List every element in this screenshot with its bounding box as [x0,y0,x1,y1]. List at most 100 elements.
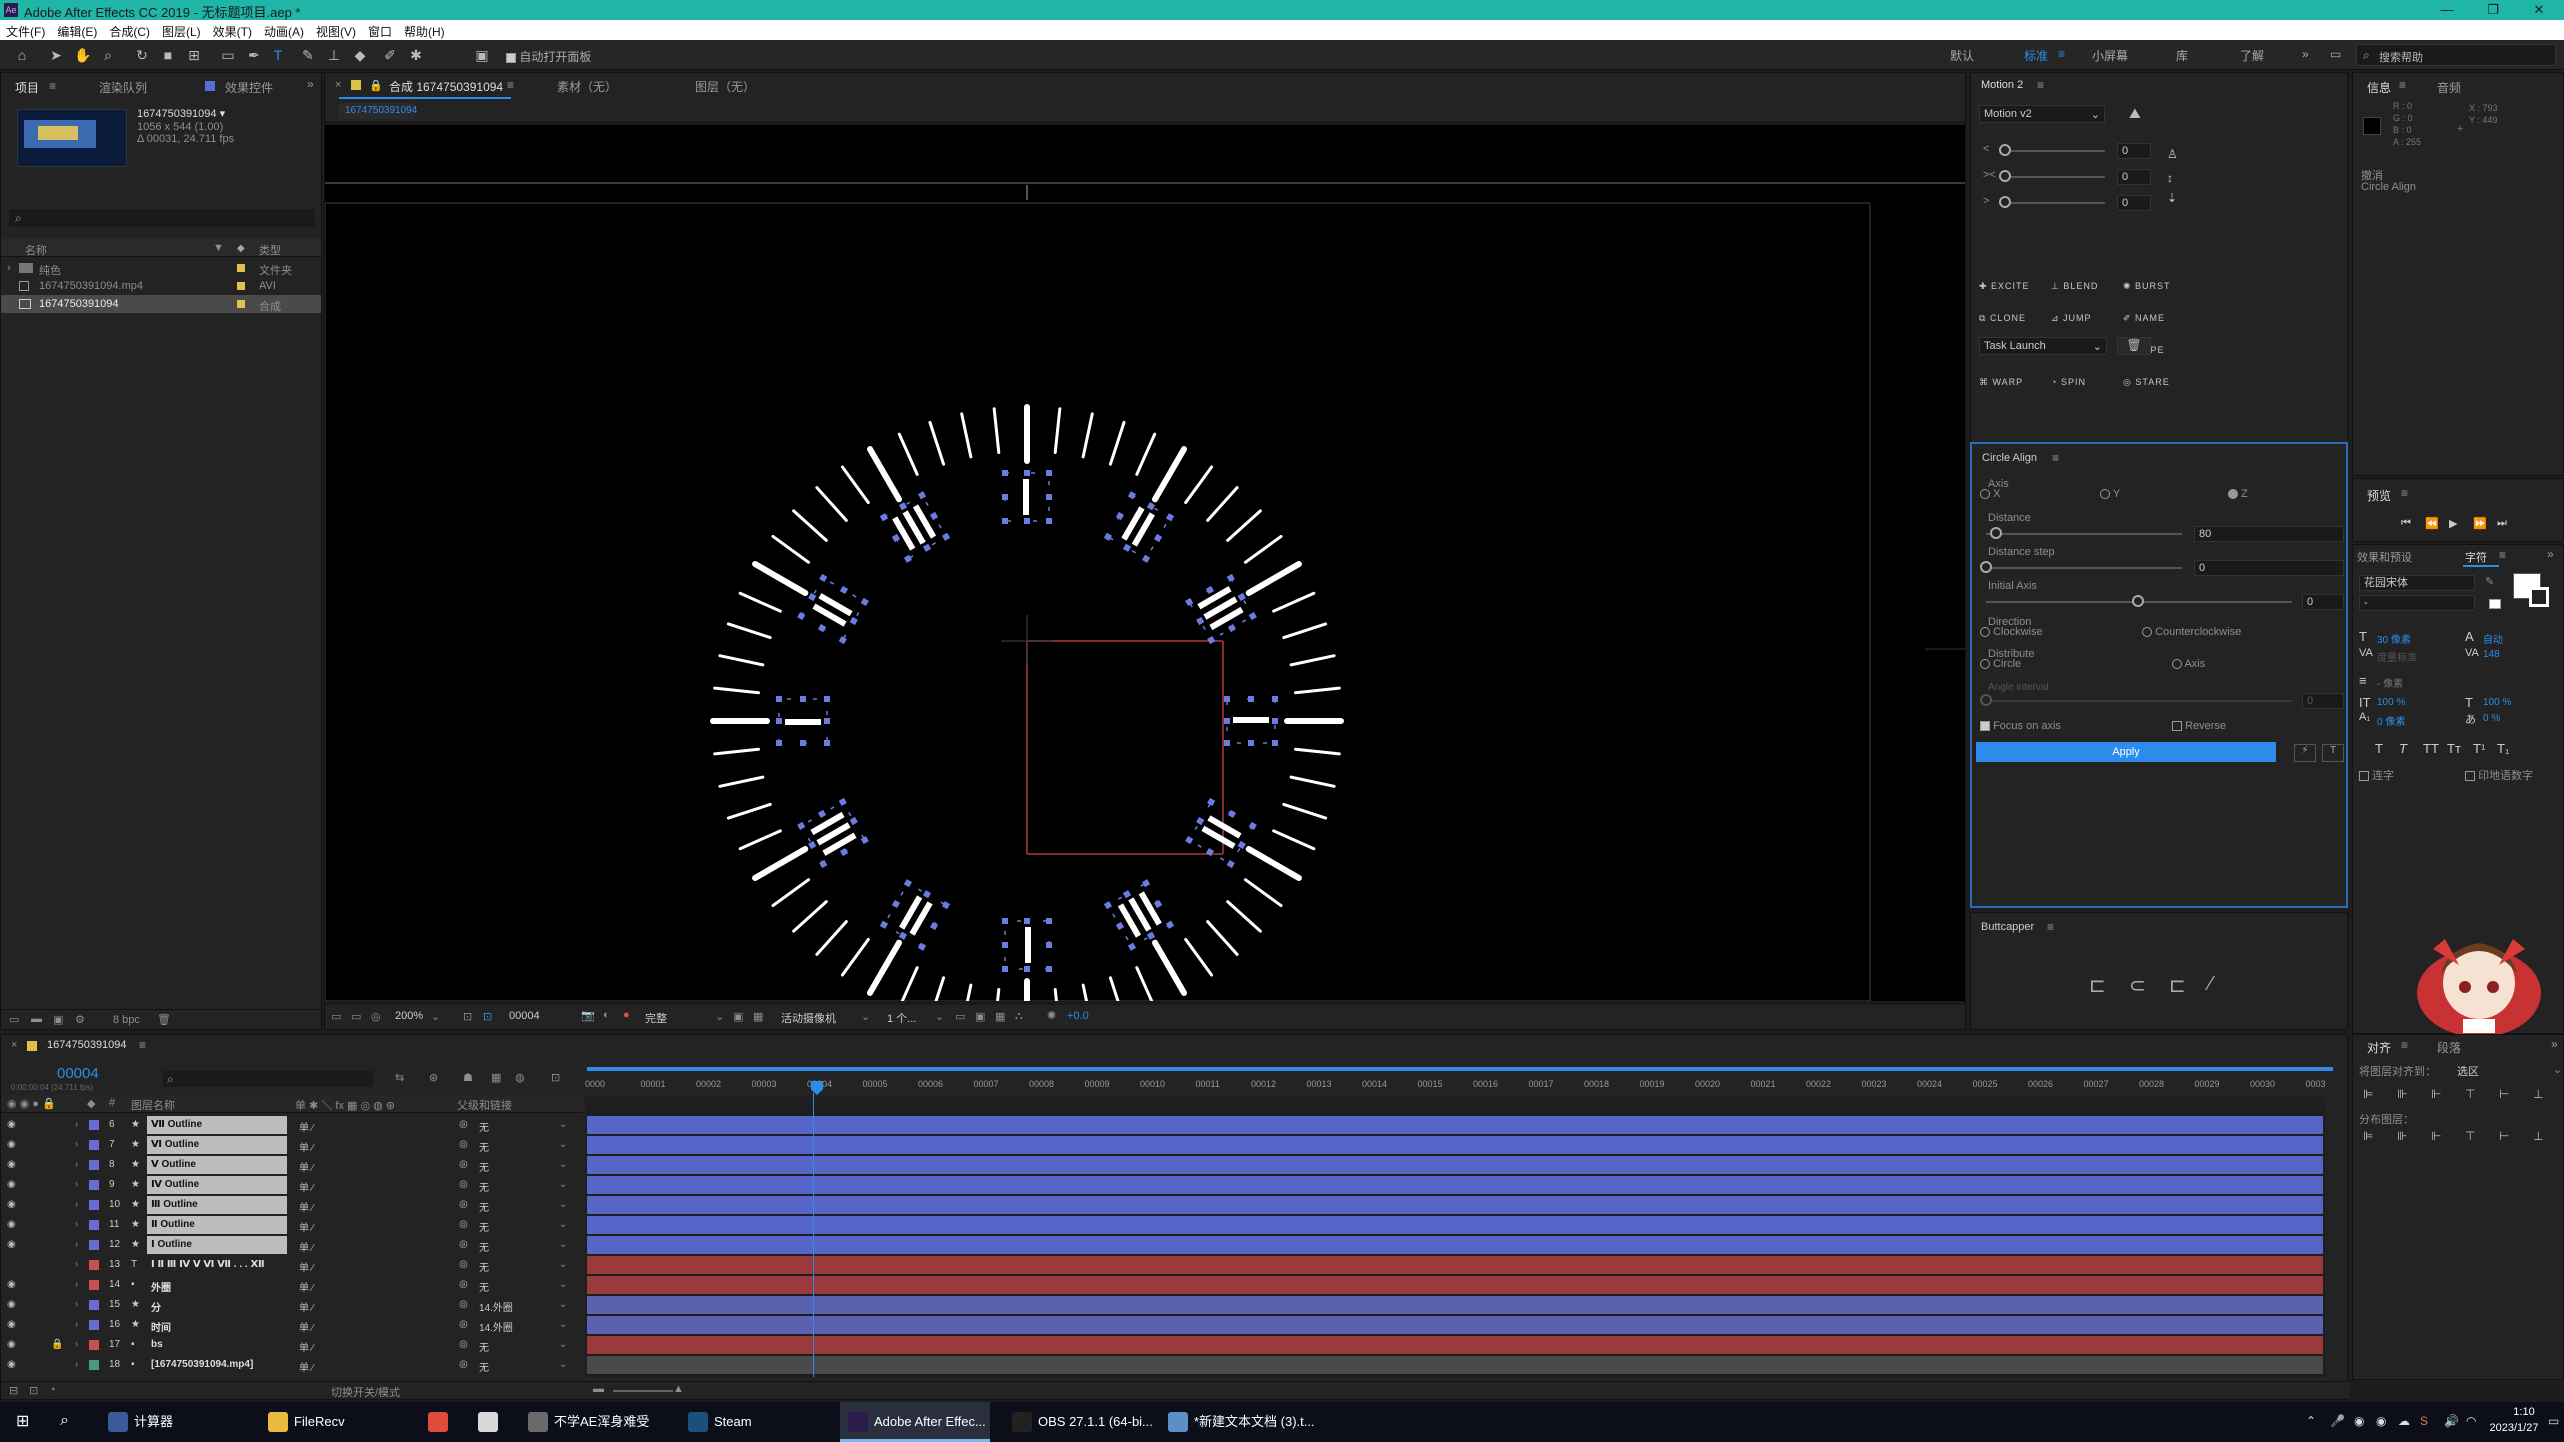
pickwhip-icon[interactable]: ◎ [459,1339,468,1350]
tab-composition[interactable]: 合成 1674750391094 [389,78,503,95]
sync-icon[interactable]: ▭ [2330,47,2341,61]
random-icon[interactable]: ⚡ [2294,744,2316,762]
stroke-width-value[interactable]: - 像素 [2377,675,2403,690]
chevron-down-icon[interactable]: ⌄ [559,1159,567,1170]
play-icon[interactable]: ▶ [2449,517,2457,530]
layer-duration-bar[interactable] [587,1116,2323,1134]
pan-behind-tool-icon[interactable]: ⊞ [186,47,202,63]
tab-info[interactable]: 信息 [2367,79,2391,96]
align-left-icon[interactable]: ⊫ [2363,1087,2373,1101]
minimize-button[interactable]: — [2424,0,2470,20]
layer-row[interactable]: ◉ › 9 ★ Ⅳ Outline 单 ∕ ◎ 无 ⌄ [1,1175,583,1195]
layer-row[interactable]: ◉ › 10 ★ Ⅲ Outline 单 ∕ ◎ 无 ⌄ [1,1195,583,1215]
parent-dropdown[interactable]: 14.外圈 [479,1299,513,1314]
layer-label-swatch[interactable] [89,1360,99,1370]
layer-duration-bar[interactable] [587,1136,2323,1154]
panel-menu-icon[interactable]: ≡ [49,79,56,93]
selection-tool-icon[interactable]: ➤ [48,47,64,63]
layer-row[interactable]: ◉ › 16 ★ 时间单 ∕ ◎ 14.外圈 ⌄ [1,1315,583,1335]
bit-depth[interactable]: 8 bpc [113,1014,140,1026]
parent-dropdown[interactable]: 无 [479,1279,489,1294]
chevron-down-icon[interactable]: ⌄ [559,1279,567,1290]
layer-switches[interactable]: 单 ∕ [299,1139,313,1154]
taskbar-app[interactable]: OBS 27.1.1 (64-bi... [1004,1402,1154,1442]
motion-preset-dropdown[interactable]: Motion v2 ⌄ [1979,105,2105,123]
layer-name[interactable]: Ⅴ Outline [147,1156,287,1174]
expand-arrow-icon[interactable]: › [7,262,11,274]
taskbar-app[interactable] [420,1402,460,1442]
zoom-in-icon[interactable]: ▲ [673,1383,684,1395]
layer-name[interactable]: 外圈 [147,1276,287,1294]
panel-menu-icon[interactable]: ≡ [2047,920,2054,934]
chevron-down-icon[interactable]: ⌄ [559,1239,567,1250]
layer-name[interactable]: Ⅰ Outline [147,1236,287,1254]
chevron-down-icon[interactable]: ⌄ [559,1119,567,1130]
expand-arrow-icon[interactable]: › [75,1119,78,1130]
expand-panels-icon[interactable]: » [2551,1037,2558,1051]
motion-spin-button[interactable]: ◔ SPIN [2051,377,2086,387]
chevron-down-icon[interactable]: ⌄ [559,1179,567,1190]
layer-label-swatch[interactable] [89,1180,99,1190]
toggle-pixel-aspect-icon[interactable]: ▭ [955,1010,965,1023]
vertical-scale-value[interactable]: 100 % [2377,697,2405,708]
distribute-bottom-icon[interactable]: ⊩ [2431,1129,2441,1143]
task-launch-dropdown[interactable]: Task Launch ⌄ [1979,337,2107,355]
expand-arrow-icon[interactable]: › [75,1179,78,1190]
thumb-name[interactable]: 1674750391094 ▾ [137,107,225,120]
ligatures-checkbox[interactable]: 连字 [2359,767,2394,783]
layer-label-swatch[interactable] [89,1120,99,1130]
expand-panels-icon[interactable]: » [307,77,314,91]
layer-switches[interactable]: 单 ∕ [299,1359,313,1374]
ease-out-slider[interactable] [1999,196,2011,208]
taskbar-app[interactable]: Steam [680,1402,830,1442]
taskbar-app[interactable]: FileRecv [260,1402,410,1442]
stroke-color-swatch[interactable] [2529,587,2549,607]
motion-jump-button[interactable]: ⊿ JUMP [2051,313,2092,324]
ease-in-value[interactable]: 0 [2117,143,2151,159]
info-button-icon[interactable]: T [2322,744,2344,762]
expand-arrow-icon[interactable]: › [75,1159,78,1170]
layer-label-swatch[interactable] [89,1140,99,1150]
hand-tool-icon[interactable]: ✋ [74,47,91,63]
superscript-button[interactable]: T¹ [2473,741,2485,756]
parent-dropdown[interactable]: 无 [479,1239,489,1254]
tab-align[interactable]: 对齐 [2367,1039,2391,1056]
next-frame-icon[interactable]: ⏩ [2473,517,2487,530]
tracking-value[interactable]: 148 [2483,649,2500,660]
render-time-icon[interactable]: ◔ [49,1384,56,1396]
swap-colors-icon[interactable] [2489,599,2501,609]
chevron-down-icon[interactable]: ⌄ [559,1259,567,1270]
workspace-default[interactable]: 默认 [1950,47,1974,64]
pickwhip-icon[interactable]: ◎ [459,1139,468,1150]
tab-layer[interactable]: 图层（无） [695,78,755,95]
layer-row[interactable]: ◉ › 18 ▪ [1674750391094.mp4] 单 ∕ ◎ 无 ⌄ [1,1355,583,1375]
visibility-icon[interactable]: ◉ [7,1239,16,1250]
layer-duration-bar[interactable] [587,1196,2323,1214]
eraser-tool-icon[interactable]: ◆ [352,47,368,63]
track-area[interactable] [585,1093,2325,1377]
layer-duration-bar[interactable] [587,1336,2323,1354]
apply-button[interactable]: Apply [1976,742,2276,762]
panel-menu-icon[interactable]: ≡ [2037,78,2044,92]
zoom-dropdown[interactable]: 200% [395,1010,423,1022]
help-search-box[interactable]: ⌕ 搜索帮助 [2356,44,2556,66]
parent-dropdown[interactable]: 无 [479,1359,489,1374]
distribute-hcenter-icon[interactable]: ⊢ [2499,1129,2509,1143]
rotate-tool-icon[interactable]: ↻ [134,47,150,63]
chevron-down-icon[interactable]: ⌄ [559,1359,567,1370]
motion-burst-button[interactable]: ✺ BURST [2123,281,2171,292]
layer-switches[interactable]: 单 ∕ [299,1279,313,1294]
zoom-tool-icon[interactable]: ⌕ [100,47,116,63]
parent-dropdown[interactable]: 无 [479,1159,489,1174]
layer-label-swatch[interactable] [89,1160,99,1170]
layer-switches[interactable]: 单 ∕ [299,1179,313,1194]
frame-blending-icon[interactable]: ▦ [491,1071,501,1084]
windows-start-icon[interactable]: ⊞ [16,1414,32,1430]
distribute-left-icon[interactable]: ⊤ [2465,1129,2475,1143]
snapshot-icon[interactable]: 📷 [581,1009,595,1022]
time-ruler[interactable]: 0000000010000200003000040000500006000070… [585,1065,2337,1095]
reset-exposure-icon[interactable]: ✺ [1047,1009,1056,1022]
layer-row[interactable]: ◉ › 7 ★ Ⅵ Outline 单 ∕ ◎ 无 ⌄ [1,1135,583,1155]
parent-dropdown[interactable]: 无 [479,1219,489,1234]
parent-dropdown[interactable]: 无 [479,1339,489,1354]
